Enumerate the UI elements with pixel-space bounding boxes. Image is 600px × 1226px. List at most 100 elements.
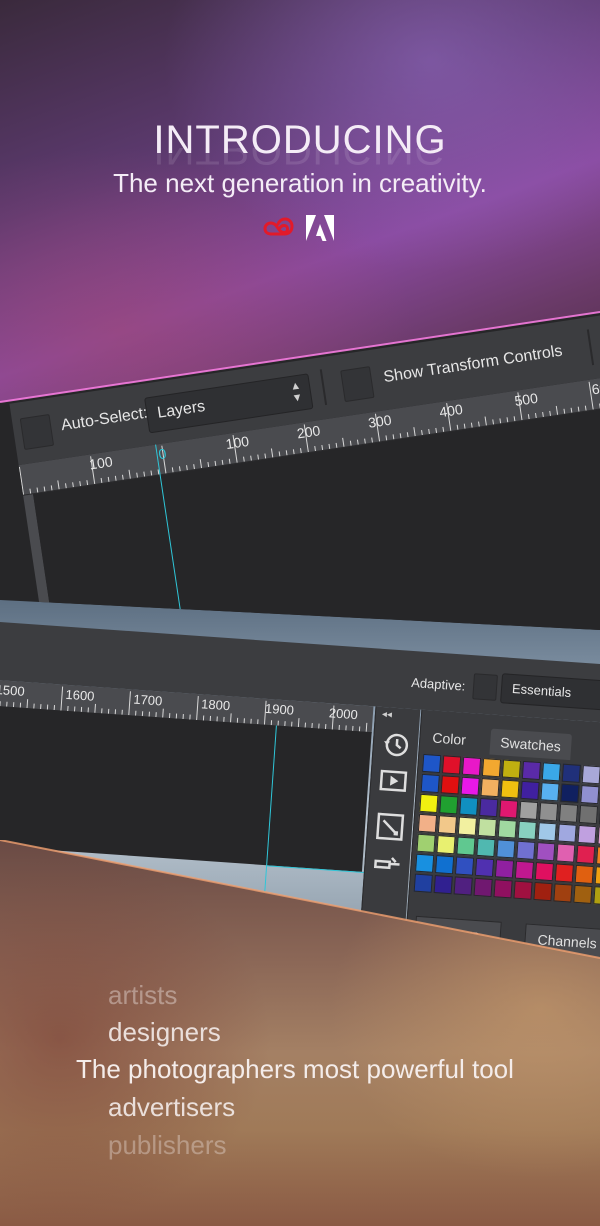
color-swatch[interactable]	[417, 813, 438, 833]
color-swatch[interactable]	[437, 815, 458, 835]
ruler-tick	[29, 488, 32, 494]
color-swatch[interactable]	[473, 877, 493, 898]
color-swatch[interactable]	[435, 855, 455, 875]
color-swatch[interactable]	[457, 816, 477, 836]
ruler-tick	[171, 467, 174, 473]
color-swatch[interactable]	[454, 856, 475, 876]
ruler-tick	[428, 428, 430, 435]
color-swatch[interactable]	[541, 762, 561, 782]
color-swatch[interactable]	[540, 782, 560, 802]
tab-color[interactable]: Color	[422, 724, 477, 754]
color-swatch[interactable]	[493, 879, 513, 899]
color-swatch[interactable]	[420, 773, 440, 794]
color-swatch[interactable]	[422, 753, 442, 774]
color-swatch[interactable]	[533, 881, 553, 902]
ruler-tick	[421, 430, 423, 436]
ruler-tick	[72, 482, 74, 488]
collapse-icon[interactable]: ◂◂	[382, 709, 393, 721]
color-swatch[interactable]	[517, 820, 537, 840]
color-swatch[interactable]	[500, 779, 520, 799]
color-swatch[interactable]	[534, 862, 554, 882]
workspace-toggle[interactable]	[472, 673, 498, 701]
color-swatch[interactable]	[453, 876, 473, 896]
color-swatch[interactable]	[594, 866, 600, 886]
brush-icon[interactable]	[371, 847, 405, 879]
ruler-tick	[527, 414, 530, 420]
color-swatch[interactable]	[580, 785, 600, 805]
color-swatch[interactable]	[536, 842, 556, 862]
ruler-tick	[435, 427, 438, 434]
color-swatch[interactable]	[560, 783, 580, 803]
color-swatch[interactable]	[494, 859, 515, 879]
ruler-tick	[484, 416, 487, 426]
transform-icon[interactable]	[373, 811, 407, 843]
color-swatch[interactable]	[416, 833, 436, 853]
color-swatch[interactable]	[554, 863, 574, 883]
ruler-tick	[478, 421, 480, 427]
color-swatch[interactable]	[433, 875, 453, 895]
color-swatch[interactable]	[497, 819, 517, 839]
color-swatch[interactable]	[499, 799, 519, 819]
color-swatch[interactable]	[460, 776, 480, 796]
color-swatch[interactable]	[459, 796, 479, 816]
document-canvas-2[interactable]	[0, 705, 372, 872]
color-swatch[interactable]	[440, 775, 460, 795]
color-swatch[interactable]	[596, 846, 600, 866]
color-swatch[interactable]	[581, 765, 600, 785]
ruler-tick	[128, 469, 131, 479]
color-swatch[interactable]	[476, 837, 496, 858]
color-swatch[interactable]	[537, 822, 557, 842]
color-swatch[interactable]	[557, 823, 577, 843]
color-swatch[interactable]	[481, 758, 502, 778]
color-swatch[interactable]	[513, 880, 533, 900]
color-swatch[interactable]	[419, 793, 439, 814]
color-swatch[interactable]	[474, 857, 495, 878]
color-swatch[interactable]	[413, 873, 433, 893]
creative-cloud-icon	[263, 217, 294, 236]
color-swatch[interactable]	[561, 763, 581, 783]
color-swatch[interactable]	[441, 755, 462, 775]
color-swatch[interactable]	[576, 844, 596, 865]
ruler-tick	[114, 475, 117, 481]
color-swatch[interactable]	[477, 817, 497, 838]
color-swatch[interactable]	[519, 800, 539, 820]
color-swatch[interactable]	[573, 884, 593, 904]
color-swatch[interactable]	[439, 795, 459, 815]
history-icon[interactable]	[379, 729, 413, 761]
show-transform-checkbox[interactable]	[340, 366, 375, 403]
color-swatch[interactable]	[516, 840, 536, 860]
ruler-tick	[150, 470, 153, 476]
tab-swatches[interactable]: Swatches	[489, 728, 572, 761]
ruler-tick	[492, 419, 495, 425]
color-swatch[interactable]	[538, 802, 559, 822]
word-artists: artists	[108, 980, 178, 1010]
ruler-label: 1600	[65, 686, 95, 704]
workspace-dropdown[interactable]: Essentials	[500, 673, 600, 712]
color-swatch[interactable]	[553, 883, 573, 903]
color-swatch[interactable]	[461, 756, 482, 776]
color-swatch[interactable]	[479, 797, 499, 818]
color-swatch[interactable]	[558, 803, 579, 823]
actions-icon[interactable]	[376, 765, 410, 797]
ruler-tick	[143, 471, 146, 477]
ruler-tick	[186, 465, 188, 471]
color-swatch[interactable]	[520, 780, 540, 801]
color-swatch[interactable]	[577, 824, 597, 845]
color-swatch[interactable]	[415, 853, 435, 873]
color-swatch[interactable]	[521, 760, 542, 781]
color-swatch[interactable]	[574, 864, 594, 885]
color-swatch[interactable]	[593, 886, 600, 906]
ruler-tick	[100, 477, 103, 484]
color-swatch[interactable]	[501, 759, 522, 779]
color-swatch[interactable]	[496, 839, 516, 859]
ruler-tick	[399, 433, 402, 439]
color-swatch[interactable]	[456, 836, 476, 856]
color-swatch[interactable]	[514, 860, 535, 880]
ruler-tick	[385, 435, 388, 441]
color-swatch[interactable]	[436, 835, 456, 855]
tool-preset-button[interactable]	[19, 413, 55, 451]
divider	[586, 329, 595, 366]
color-swatch[interactable]	[480, 778, 500, 798]
color-swatch[interactable]	[578, 804, 599, 825]
color-swatch[interactable]	[556, 843, 576, 863]
